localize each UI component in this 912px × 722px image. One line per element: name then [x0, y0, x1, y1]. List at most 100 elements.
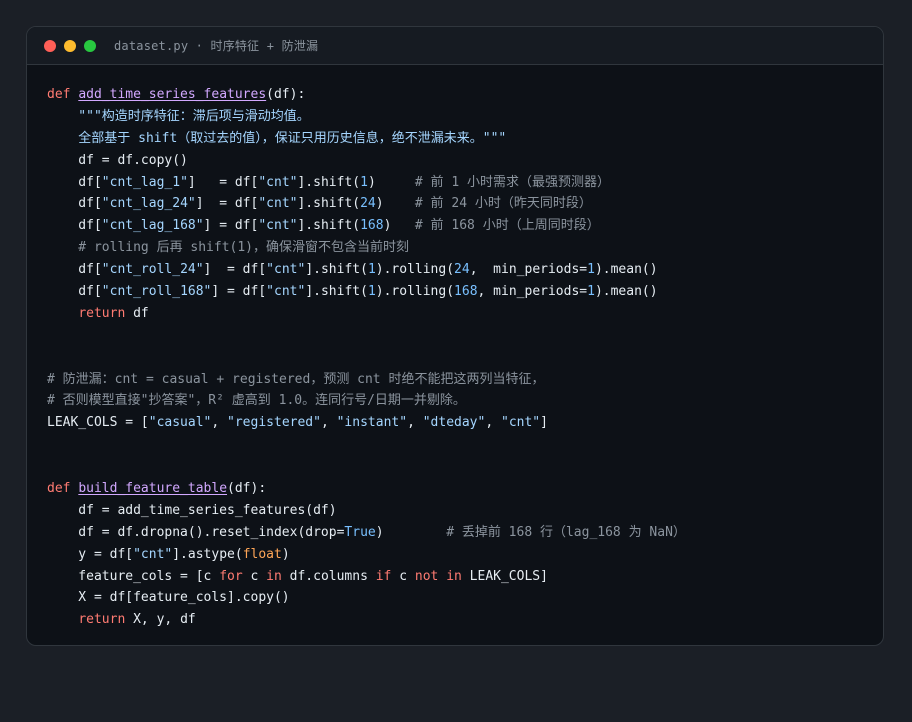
code-line: 全部基于 shift（取过去的值），保证只用历史信息，绝不泄漏未来。""": [47, 128, 686, 150]
code-token: ,: [485, 415, 501, 431]
code-line: def add_time_series_features(df):: [47, 84, 686, 106]
code-token: "cnt_lag_24": [101, 196, 196, 212]
code-token: ] = df[: [195, 196, 259, 212]
code-token: if: [375, 568, 392, 584]
code-token: ).rolling(: [375, 262, 455, 278]
code-token: "cnt": [258, 196, 298, 212]
code-line: df["cnt_roll_168"] = df["cnt"].shift(1).…: [47, 281, 686, 303]
code-token: ].shift(: [297, 218, 361, 234]
code-token: ] = df[: [203, 218, 259, 234]
code-token: y = df[: [47, 546, 134, 562]
code-token: ).rolling(: [375, 284, 455, 300]
code-token: df.columns: [281, 568, 376, 584]
code-token: ,: [407, 415, 423, 431]
code-token: def: [47, 87, 71, 102]
code-line: """构造时序特征：滞后项与滑动均值。: [47, 106, 686, 128]
minimize-button[interactable]: [64, 39, 76, 52]
code-line: LEAK_COLS = ["casual", "registered", "in…: [47, 412, 686, 434]
code-token: 168: [360, 218, 384, 234]
code-token: (df):: [227, 481, 267, 497]
code-line: # 否则模型直接"抄答案"，R² 虚高到 1.0。连同行号/日期一并剔除。: [47, 390, 686, 412]
code-token: ] = df[: [187, 174, 259, 190]
code-token: build_feature_table: [78, 481, 228, 497]
code-token: # 否则模型直接"抄答案"，R² 虚高到 1.0。连同行号/日期一并剔除。: [47, 393, 466, 409]
code-token: "cnt": [133, 546, 173, 562]
code-token: in: [266, 568, 282, 584]
code-token: """构造时序特征：滞后项与滑动均值。: [47, 108, 310, 124]
code-token: ].shift(: [305, 262, 368, 278]
code-token: # rolling 后再 shift(1)，确保滑窗不包含当前时刻: [47, 240, 410, 256]
code-line: # rolling 后再 shift(1)，确保滑窗不包含当前时刻: [47, 237, 686, 259]
code-line: feature_cols = [c for c in df.columns if…: [47, 566, 686, 588]
code-token: "casual": [148, 415, 212, 431]
window-title: dataset.py · 时序特征 + 防泄漏: [114, 39, 319, 53]
code-token: "cnt_lag_168": [101, 218, 204, 234]
code-token: "cnt": [501, 415, 541, 431]
code-line: df["cnt_roll_24"] = df["cnt"].shift(1).r…: [47, 259, 686, 281]
code-token: ,: [320, 415, 337, 431]
code-token: 全部基于 shift（取过去的值），保证只用历史信息，绝不泄漏未来。""": [47, 130, 507, 146]
code-token: df[: [47, 174, 102, 190]
code-line: y = df["cnt"].astype(float): [47, 544, 686, 566]
code-token: ].shift(: [297, 196, 361, 212]
code-line: df["cnt_lag_168"] = df["cnt"].shift(168)…: [47, 215, 686, 237]
code-line: ​: [47, 434, 686, 456]
code-token: , min_periods=: [477, 284, 588, 300]
code-window: dataset.py · 时序特征 + 防泄漏 def add_time_ser…: [26, 26, 884, 646]
code-token: ,: [211, 415, 228, 431]
code-token: "dteday": [422, 415, 486, 431]
code-editor[interactable]: def add_time_series_features(df): """构造时…: [47, 84, 686, 631]
code-token: feature_cols = [c: [47, 568, 220, 584]
code-token: ]: [540, 415, 548, 431]
code-token: return: [78, 305, 126, 321]
code-token: X = df[feature_cols].copy(): [47, 590, 290, 606]
code-token: ] = df[: [203, 262, 267, 278]
code-line: return df: [47, 303, 686, 325]
code-line: df["cnt_lag_24"] = df["cnt"].shift(24) #…: [47, 193, 686, 215]
code-line: X = df[feature_cols].copy(): [47, 587, 686, 609]
code-token: 1: [587, 262, 595, 278]
code-token: "cnt": [266, 284, 306, 300]
code-token: ].shift(: [297, 174, 361, 190]
code-token: 1: [367, 262, 376, 278]
code-token: "cnt_roll_24": [101, 262, 204, 278]
code-token: in: [446, 568, 462, 584]
code-token: def: [47, 481, 71, 497]
code-token: # 前 1 小时需求（最强预测器）: [414, 174, 611, 190]
code-token: df = add_time_series_features(df): [47, 502, 337, 518]
code-token: "cnt": [258, 218, 298, 234]
code-token: LEAK_COLS]: [461, 568, 548, 584]
code-token: "cnt_roll_168": [101, 284, 212, 300]
code-token: # 丢掉前 168 行（lag_168 为 NaN）: [446, 524, 686, 540]
code-token: "registered": [227, 415, 321, 431]
code-token: # 前 168 小时（上周同时段）: [414, 218, 600, 234]
code-token: for: [219, 568, 243, 584]
code-line: df = add_time_series_features(df): [47, 500, 686, 522]
code-token: ): [375, 524, 447, 540]
code-token: ).mean(): [594, 262, 658, 278]
maximize-button[interactable]: [84, 39, 96, 52]
code-token: ): [375, 196, 415, 212]
code-token: ].astype(: [172, 546, 243, 562]
code-token: return: [78, 612, 126, 628]
code-token: df[: [47, 262, 102, 278]
code-token: # 防泄漏：cnt = casual + registered，预测 cnt 时…: [47, 371, 545, 387]
close-button[interactable]: [44, 39, 56, 52]
title-bar: dataset.py · 时序特征 + 防泄漏: [27, 27, 883, 65]
code-token: "cnt": [258, 174, 298, 190]
code-token: , min_periods=: [469, 262, 588, 278]
code-token: add_time_series_features: [78, 87, 267, 102]
code-token: df[: [47, 284, 102, 300]
code-token: ].shift(: [305, 284, 368, 300]
code-token: float: [242, 546, 282, 562]
code-token: not: [414, 568, 439, 584]
code-line: # 防泄漏：cnt = casual + registered，预测 cnt 时…: [47, 369, 686, 391]
code-token: ): [281, 546, 290, 562]
code-token: ): [367, 174, 415, 190]
code-token: (df):: [266, 87, 306, 102]
code-token: "instant": [336, 415, 408, 431]
code-line: df["cnt_lag_1"] = df["cnt"].shift(1) # 前…: [47, 172, 686, 194]
